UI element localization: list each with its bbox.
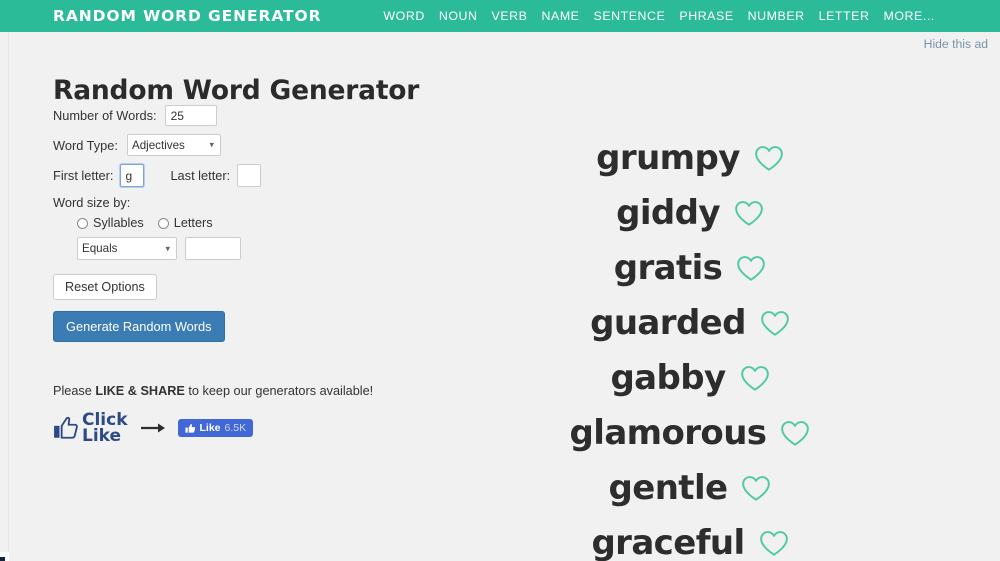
nav-item-noun[interactable]: NOUN [439, 9, 478, 23]
word-text[interactable]: guarded [590, 303, 746, 343]
heart-icon[interactable] [754, 145, 784, 172]
word-text[interactable]: glamorous [570, 413, 767, 453]
word-size-label: Word size by: [53, 195, 131, 210]
radio-syllables[interactable] [77, 217, 88, 229]
word-type-label: Word Type: [53, 137, 118, 153]
site-header: RANDOM WORD GENERATOR WORD NOUN VERB NAM… [0, 0, 1000, 36]
share-text-after: to keep our generators available! [184, 384, 374, 398]
share-prompt-text: Please LIKE & SHARE to keep our generato… [53, 384, 373, 398]
word-size-controls-row: Equals ▾ [77, 237, 383, 260]
main-navigation: WORD NOUN VERB NAME SENTENCE PHRASE NUMB… [383, 9, 934, 23]
radio-letters-label[interactable]: Letters [174, 216, 213, 230]
word-row: graceful [480, 522, 900, 561]
reset-options-button[interactable]: Reset Options [53, 274, 157, 300]
first-letter-label: First letter: [53, 168, 114, 183]
nav-item-sentence[interactable]: SENTENCE [594, 9, 666, 23]
number-of-words-row: Number of Words: [53, 105, 383, 126]
heart-icon[interactable] [734, 200, 764, 227]
nav-item-phrase[interactable]: PHRASE [679, 9, 733, 23]
word-type-row: Word Type: Adjectives ▾ [53, 134, 383, 156]
nav-item-word[interactable]: WORD [383, 9, 424, 23]
word-row: gabby [480, 357, 900, 399]
last-letter-input[interactable] [237, 164, 262, 187]
word-text[interactable]: gabby [610, 358, 726, 398]
heart-icon[interactable] [740, 365, 770, 392]
size-operator-select-wrap: Equals ▾ [77, 237, 177, 260]
size-operator-select[interactable]: Equals [77, 237, 177, 260]
word-text[interactable]: grumpy [596, 138, 740, 178]
word-type-select[interactable]: Adjectives [126, 134, 221, 156]
heart-icon[interactable] [780, 420, 810, 447]
heart-icon[interactable] [736, 255, 766, 282]
hide-this-ad-link[interactable]: Hide this ad [924, 37, 988, 51]
nav-item-name[interactable]: NAME [542, 9, 580, 23]
heart-icon[interactable] [759, 530, 789, 557]
last-letter-label: Last letter: [170, 168, 231, 183]
word-text[interactable]: giddy [616, 193, 720, 233]
facebook-like-label: Like [199, 422, 221, 435]
word-row: gratis [480, 247, 900, 289]
share-text-before: Please [53, 384, 96, 398]
word-row: gentle [480, 467, 900, 509]
left-border-rule [8, 32, 9, 561]
first-letter-input[interactable] [120, 164, 145, 187]
letter-filters-row: First letter: Last letter: [53, 164, 383, 187]
heart-icon[interactable] [760, 310, 790, 337]
arrow-right-icon [140, 423, 165, 433]
nav-item-number[interactable]: NUMBER [748, 9, 805, 23]
word-text[interactable]: gratis [614, 248, 723, 288]
number-of-words-input[interactable] [164, 105, 217, 126]
nav-item-letter[interactable]: LETTER [819, 9, 870, 23]
facebook-like-count: 6.5K [224, 422, 247, 435]
corner-widget-fragment [0, 548, 14, 561]
nav-item-verb[interactable]: VERB [492, 9, 528, 23]
word-text[interactable]: gentle [609, 468, 729, 508]
word-text[interactable]: graceful [591, 523, 745, 561]
share-graphics: Click Like Like 6.5K [53, 411, 373, 447]
share-section: Please LIKE & SHARE to keep our generato… [53, 384, 373, 447]
generate-random-words-button[interactable]: Generate Random Words [53, 311, 225, 342]
word-type-select-wrap: Adjectives ▾ [126, 134, 221, 156]
click-like-line2: Like [82, 426, 122, 447]
word-row: grumpy [480, 137, 900, 179]
radio-letters[interactable] [157, 217, 169, 229]
thumbs-up-icon [54, 417, 78, 439]
page-body: Hide this ad Random Word Generator Numbe… [0, 32, 1000, 561]
size-amount-input[interactable] [185, 237, 241, 260]
word-row: guarded [480, 302, 900, 344]
share-text-bold: LIKE & SHARE [95, 384, 185, 398]
generated-words-list: grumpy giddy gratis guarded gabby glamor… [480, 137, 900, 561]
generator-options-form: Number of Words: Word Type: Adjectives ▾… [53, 105, 383, 342]
nav-item-more[interactable]: MORE... [883, 9, 934, 23]
radio-syllables-label[interactable]: Syllables [93, 216, 144, 230]
word-row: glamorous [480, 412, 900, 454]
number-of-words-label: Number of Words: [53, 108, 157, 123]
facebook-like-button[interactable]: Like 6.5K [177, 419, 254, 438]
page-title: Random Word Generator [53, 74, 420, 106]
word-size-radio-group: Syllables Letters [77, 216, 383, 230]
heart-icon[interactable] [741, 475, 771, 502]
word-row: giddy [480, 192, 900, 234]
site-logo[interactable]: RANDOM WORD GENERATOR [53, 7, 321, 25]
click-like-text: Click Like [82, 411, 128, 447]
facebook-thumbs-up-icon [184, 423, 195, 433]
